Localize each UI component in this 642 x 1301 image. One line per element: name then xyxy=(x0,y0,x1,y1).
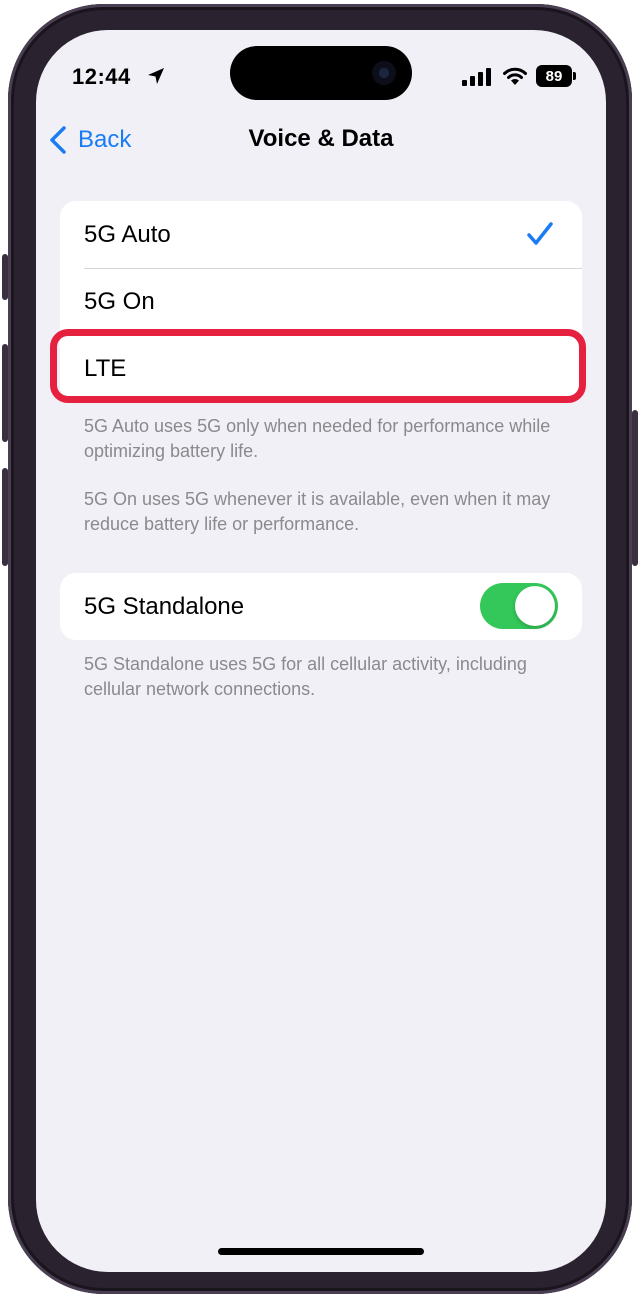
voice-data-options-list: 5G Auto 5G On LTE xyxy=(60,201,582,402)
option-label: LTE xyxy=(84,354,127,382)
status-time: 12:44 xyxy=(72,64,131,89)
home-indicator[interactable] xyxy=(218,1248,424,1255)
option-lte[interactable]: LTE xyxy=(60,335,582,402)
power-button xyxy=(632,410,638,566)
action-button xyxy=(2,254,8,300)
volume-down-button xyxy=(2,468,8,566)
wifi-icon xyxy=(503,67,527,85)
checkmark-icon xyxy=(527,222,553,245)
standalone-group: 5G Standalone xyxy=(60,573,582,640)
footnote-5g-on: 5G On uses 5G whenever it is available, … xyxy=(84,489,551,534)
option-label: 5G Auto xyxy=(84,220,171,248)
battery-icon: 89 xyxy=(536,65,572,87)
volume-up-button xyxy=(2,344,8,442)
option-5g-auto[interactable]: 5G Auto xyxy=(60,201,582,268)
screen: 12:44 89 Back Voice & Data 5G Auto 5G On xyxy=(36,30,606,1272)
battery-tip xyxy=(573,72,576,80)
standalone-toggle[interactable] xyxy=(480,583,558,629)
dynamic-island xyxy=(230,46,412,100)
option-5g-on[interactable]: 5G On xyxy=(60,268,582,335)
footnote-standalone: 5G Standalone uses 5G for all cellular a… xyxy=(84,654,527,699)
front-camera xyxy=(372,61,396,85)
page-title: Voice & Data xyxy=(248,125,394,152)
cellular-signal-icon xyxy=(462,68,491,86)
location-arrow-icon xyxy=(148,68,164,84)
toggle-knob xyxy=(515,586,555,626)
footnote-5g-auto: 5G Auto uses 5G only when needed for per… xyxy=(84,416,551,461)
battery-level: 89 xyxy=(545,67,563,85)
option-label: 5G On xyxy=(84,287,155,315)
standalone-label: 5G Standalone xyxy=(84,592,245,620)
standalone-row: 5G Standalone xyxy=(60,573,582,640)
